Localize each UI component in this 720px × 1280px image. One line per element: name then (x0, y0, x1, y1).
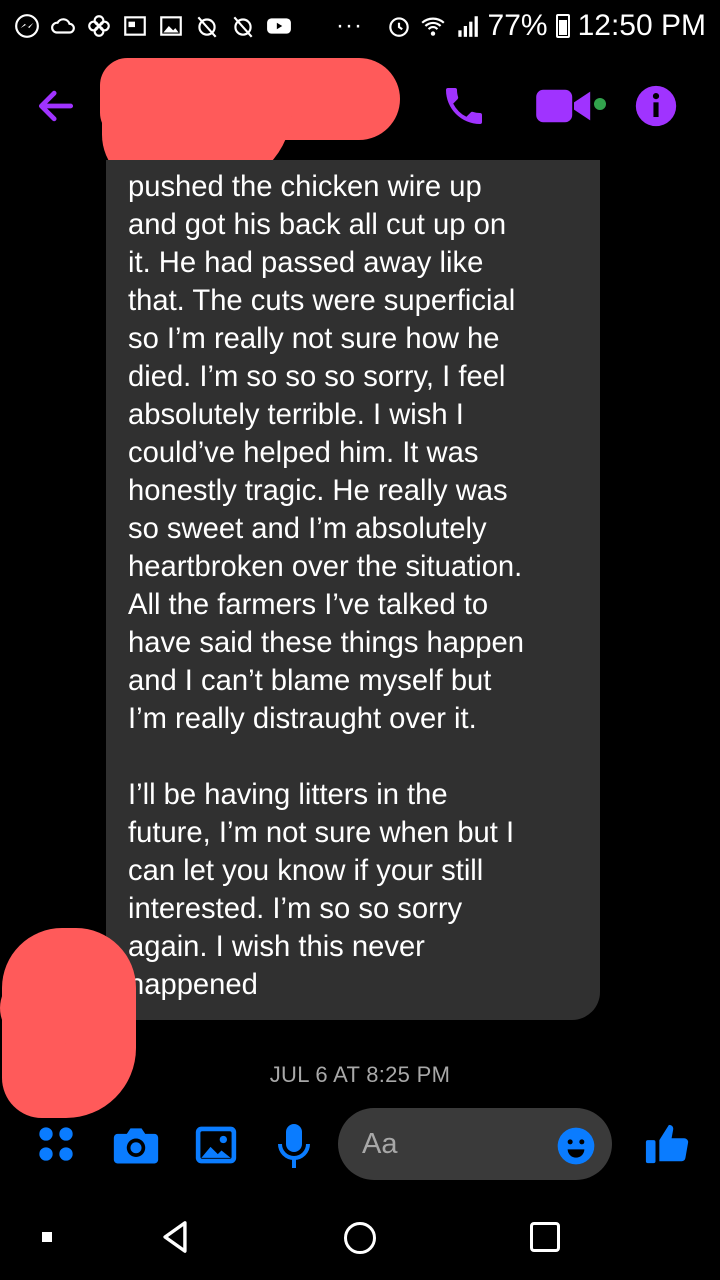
nav-home-icon[interactable] (344, 1222, 376, 1254)
emoji-icon[interactable] (556, 1126, 596, 1166)
system-status: 77% 12:50 PM (386, 9, 706, 43)
received-message-bubble[interactable]: pushed the chicken wire up and got his b… (106, 160, 600, 1020)
battery-icon (555, 14, 570, 38)
message-paragraph-2: I’ll be having litters in the future, I’… (128, 779, 515, 1001)
messenger-icon (15, 14, 39, 38)
nav-indicator-dot (42, 1232, 52, 1242)
battery-percent: 77% (487, 9, 548, 42)
redacted-sender-avatar-blob (0, 968, 90, 1048)
message-composer: Aa (0, 1104, 720, 1184)
phone-icon[interactable] (440, 82, 488, 130)
more-notifications: ··· (336, 12, 363, 39)
image-icon (160, 16, 182, 36)
news-icon (124, 16, 146, 36)
cloud-icon (51, 18, 75, 34)
video-camera-icon[interactable] (536, 88, 594, 124)
alarm-off-icon-2 (233, 16, 253, 38)
pinwheel-icon (88, 15, 110, 37)
camera-icon[interactable] (112, 1124, 160, 1166)
online-status-dot (594, 98, 606, 110)
apps-grid-icon[interactable] (36, 1124, 76, 1164)
alarm-off-icon (197, 16, 217, 38)
clock: 12:50 PM (577, 9, 706, 42)
info-icon[interactable] (634, 84, 678, 128)
back-arrow-icon[interactable] (34, 84, 78, 128)
microphone-icon[interactable] (278, 1122, 310, 1170)
notification-icons: ··· (14, 12, 363, 40)
gallery-icon[interactable] (194, 1124, 238, 1166)
nav-recents-icon[interactable] (530, 1222, 560, 1252)
alarm-icon (388, 17, 409, 37)
message-paragraph-1: pushed the chicken wire up and got his b… (128, 171, 524, 735)
status-bar: ··· 77% 12:50 PM (0, 0, 720, 52)
signal-icon (457, 16, 478, 37)
thumbs-up-icon[interactable] (644, 1120, 690, 1168)
message-timestamp: JUL 6 AT 8:25 PM (269, 1062, 451, 1087)
wifi-icon (420, 17, 445, 36)
system-navigation-bar (0, 1190, 720, 1280)
nav-back-icon[interactable] (160, 1220, 190, 1254)
youtube-icon (267, 18, 291, 34)
